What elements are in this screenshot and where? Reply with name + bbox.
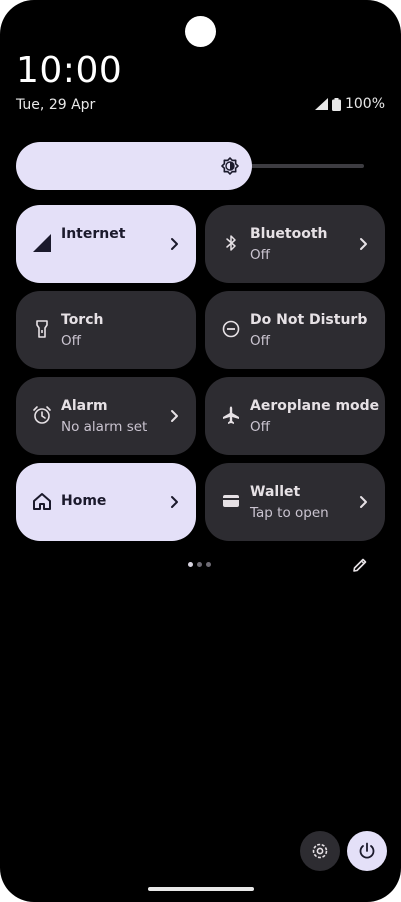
battery-icon (331, 97, 341, 111)
tile-do-not-disturb[interactable]: Do Not Disturb Off (205, 291, 385, 369)
chevron-right-icon[interactable] (168, 236, 182, 252)
tile-bluetooth[interactable]: Bluetooth Off (205, 205, 385, 283)
page-dot (206, 562, 211, 567)
tile-label: Alarm (61, 398, 108, 414)
phone-screen: 10:00 Tue, 29 Apr 100% Internet Bluetoot… (0, 0, 401, 902)
aeroplane-icon (223, 406, 239, 424)
bluetooth-icon (226, 235, 236, 251)
tile-home[interactable]: Home (16, 463, 196, 541)
page-dot (188, 562, 193, 567)
brightness-icon (221, 157, 239, 175)
tile-torch[interactable]: Torch Off (16, 291, 196, 369)
brightness-slider[interactable] (16, 142, 364, 190)
page-indicator (188, 562, 211, 567)
brightness-fill[interactable] (16, 142, 252, 190)
home-icon (33, 493, 51, 510)
tile-label: Bluetooth (250, 226, 328, 242)
page-dot (197, 562, 202, 567)
tile-wallet[interactable]: Wallet Tap to open (205, 463, 385, 541)
alarm-icon (33, 406, 51, 424)
chevron-right-icon[interactable] (168, 494, 182, 510)
power-icon (359, 842, 375, 859)
tile-label: Wallet (250, 484, 301, 500)
tile-aeroplane-mode[interactable]: Aeroplane mode Off (205, 377, 385, 455)
torch-icon (36, 320, 48, 338)
signal-icon (314, 98, 328, 110)
tile-label: Torch (61, 312, 104, 328)
settings-button[interactable] (300, 831, 340, 871)
tile-status: Off (250, 247, 270, 263)
tile-status: Off (250, 333, 270, 349)
gear-icon (312, 843, 328, 859)
chevron-right-icon[interactable] (357, 494, 371, 510)
power-button[interactable] (347, 831, 387, 871)
tile-status: Off (250, 419, 270, 435)
edit-icon[interactable] (351, 556, 369, 574)
chevron-right-icon[interactable] (168, 408, 182, 424)
wallet-icon (223, 495, 239, 507)
tile-label: Do Not Disturb (250, 312, 368, 328)
clock[interactable]: 10:00 (16, 50, 122, 91)
front-camera (185, 16, 216, 47)
date[interactable]: Tue, 29 Apr (16, 97, 95, 113)
brightness-track[interactable] (246, 164, 364, 168)
tile-label: Aeroplane mode (250, 398, 380, 414)
tile-alarm[interactable]: Alarm No alarm set (16, 377, 196, 455)
tile-status: No alarm set (61, 419, 148, 435)
status-icons: 100% (314, 96, 385, 112)
tile-status: Tap to open (250, 505, 329, 521)
tile-status: Off (61, 333, 81, 349)
battery-percent: 100% (344, 96, 385, 112)
dnd-icon (222, 320, 240, 338)
tile-label: Internet (61, 226, 126, 242)
tile-internet[interactable]: Internet (16, 205, 196, 283)
gesture-nav-handle[interactable] (148, 887, 254, 891)
chevron-right-icon[interactable] (357, 236, 371, 252)
tile-label: Home (61, 493, 107, 509)
signal-icon (33, 234, 51, 252)
